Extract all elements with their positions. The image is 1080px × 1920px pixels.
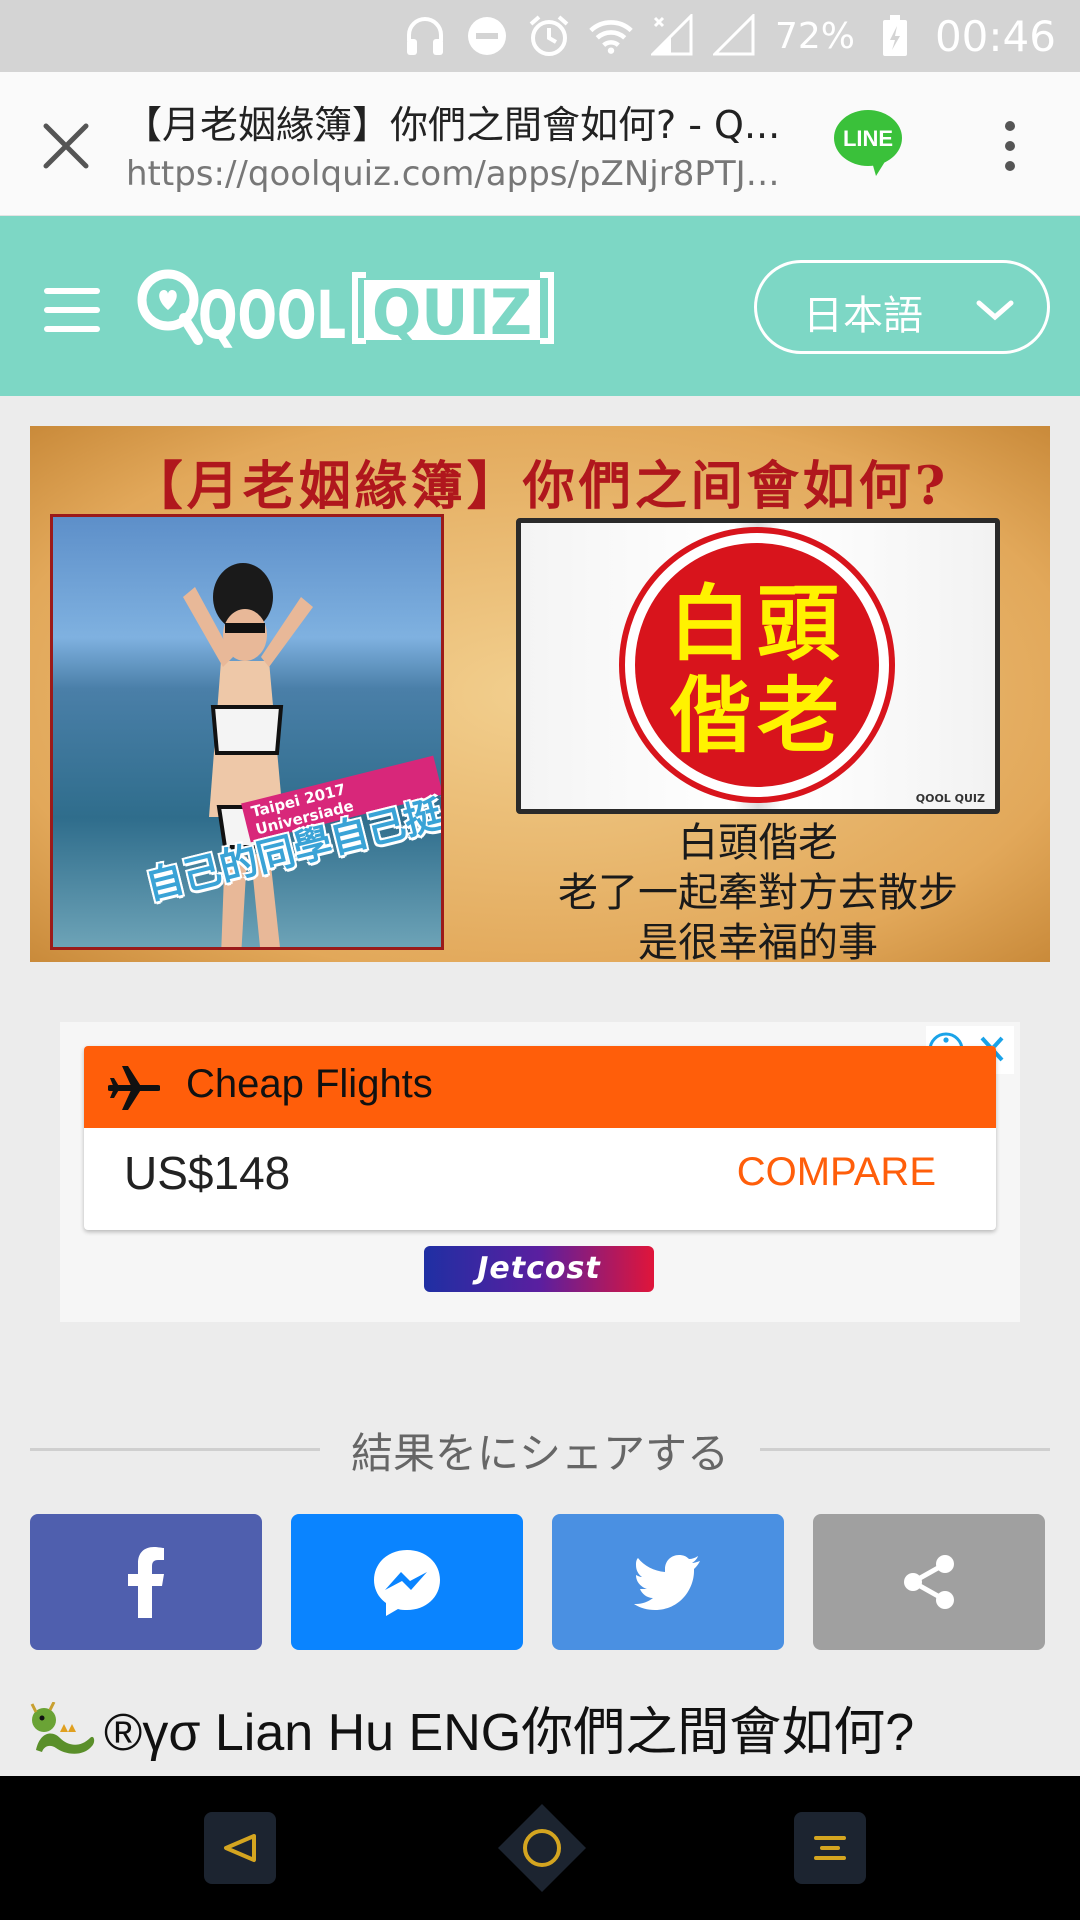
stamp-line-2: 偕老 [668, 669, 845, 764]
facebook-share-button[interactable] [30, 1514, 262, 1650]
back-nav-button[interactable] [202, 1810, 278, 1886]
messenger-share-button[interactable] [291, 1514, 523, 1650]
back-icon [204, 1812, 276, 1884]
signal-empty-icon [712, 14, 757, 58]
chevron-down-icon [973, 293, 1017, 327]
headphones-icon [403, 14, 447, 58]
wifi-icon [589, 14, 633, 58]
ad-price: US$148 [124, 1147, 291, 1199]
share-icon [904, 1555, 954, 1609]
ad-header: Cheap Flights [84, 1046, 996, 1128]
recents-icon [794, 1812, 866, 1884]
clock: 00:46 [934, 11, 1056, 61]
line-share-button[interactable]: LINE [832, 106, 904, 178]
book-illustration: 白頭 偕老 QOOL QUIZ [516, 518, 1000, 814]
ad-compare-button[interactable]: COMPARE [737, 1150, 936, 1195]
language-select[interactable]: 日本語 [754, 260, 1050, 354]
jetcost-logo[interactable]: Jetcost [424, 1246, 654, 1292]
twitter-share-button[interactable] [552, 1514, 784, 1650]
facebook-icon [128, 1547, 164, 1618]
recents-nav-button[interactable] [792, 1810, 868, 1886]
navigation-bar [0, 1776, 1080, 1920]
twitter-icon [634, 1555, 700, 1610]
site-logo[interactable]: QOOL QUIZ [134, 266, 564, 354]
battery-charging-icon [873, 14, 917, 58]
overflow-menu-icon[interactable] [990, 116, 1030, 176]
do-not-disturb-icon [465, 14, 509, 58]
share-divider-right [760, 1448, 1050, 1451]
home-icon [498, 1804, 586, 1892]
banner-photo: Taipei 2017 Universiade 自己的同學自己挺! [50, 514, 444, 950]
share-heading: 結果をにシェアする [30, 1418, 1050, 1478]
alarm-icon [527, 14, 571, 58]
banner-desc-line-2: 老了一起牽對方去散步 [558, 870, 958, 916]
stamp-line-1: 白頭 [668, 577, 845, 672]
banner-description: 白頭偕老 老了一起牽對方去散步 是很幸福的事 [516, 818, 1000, 962]
close-icon[interactable] [36, 116, 96, 176]
signal-icon [650, 14, 695, 58]
book-logo: QOOL QUIZ [915, 792, 985, 805]
ad-headline: Cheap Flights [186, 1062, 433, 1106]
result-user-line: ®γσ Lian Hu ENG你們之間會如何? [30, 1690, 1050, 1765]
page-title: 【月老姻緣簿】你們之間會如何? - Q... [124, 103, 781, 147]
banner-desc-line-3: 是很幸福的事 [638, 920, 878, 962]
hamburger-menu-icon[interactable] [44, 288, 100, 332]
page-url[interactable]: https://qoolquiz.com/apps/pZNjr8PTJ1... [126, 154, 786, 194]
battery-percent: 72% [774, 15, 855, 57]
logo-text-quiz: QUIZ [372, 276, 532, 348]
site-header: QOOL QUIZ 日本語 [0, 216, 1080, 396]
home-nav-button[interactable] [496, 1802, 588, 1894]
ad-container[interactable]: Cheap Flights US$148 COMPARE Jetcost [60, 1022, 1020, 1322]
red-stamp: 白頭 偕老 [625, 533, 889, 797]
result-user-text: ®γσ Lian Hu ENG你們之間會如何? [104, 1704, 915, 1762]
dragon-emoji-icon [30, 1701, 100, 1758]
logo-text-qool: QOOL [198, 277, 346, 348]
browser-toolbar: 【月老姻緣簿】你們之間會如何? - Q... https://qoolquiz.… [0, 72, 1080, 216]
more-share-button[interactable] [813, 1514, 1045, 1650]
status-bar: 72% 00:46 [0, 0, 1080, 72]
quiz-banner-image[interactable]: 【月老姻緣簿】你們之间會如何? Taipei 2017 Universiade … [30, 426, 1050, 962]
banner-desc-line-1: 白頭偕老 [678, 820, 838, 866]
airplane-icon [107, 1064, 161, 1112]
ad-card[interactable]: Cheap Flights US$148 COMPARE [84, 1046, 996, 1230]
messenger-icon [374, 1550, 440, 1616]
language-label: 日本語 [803, 293, 923, 339]
banner-title: 【月老姻緣簿】你們之间會如何? [130, 456, 950, 517]
line-logo-text: LINE [843, 126, 893, 151]
